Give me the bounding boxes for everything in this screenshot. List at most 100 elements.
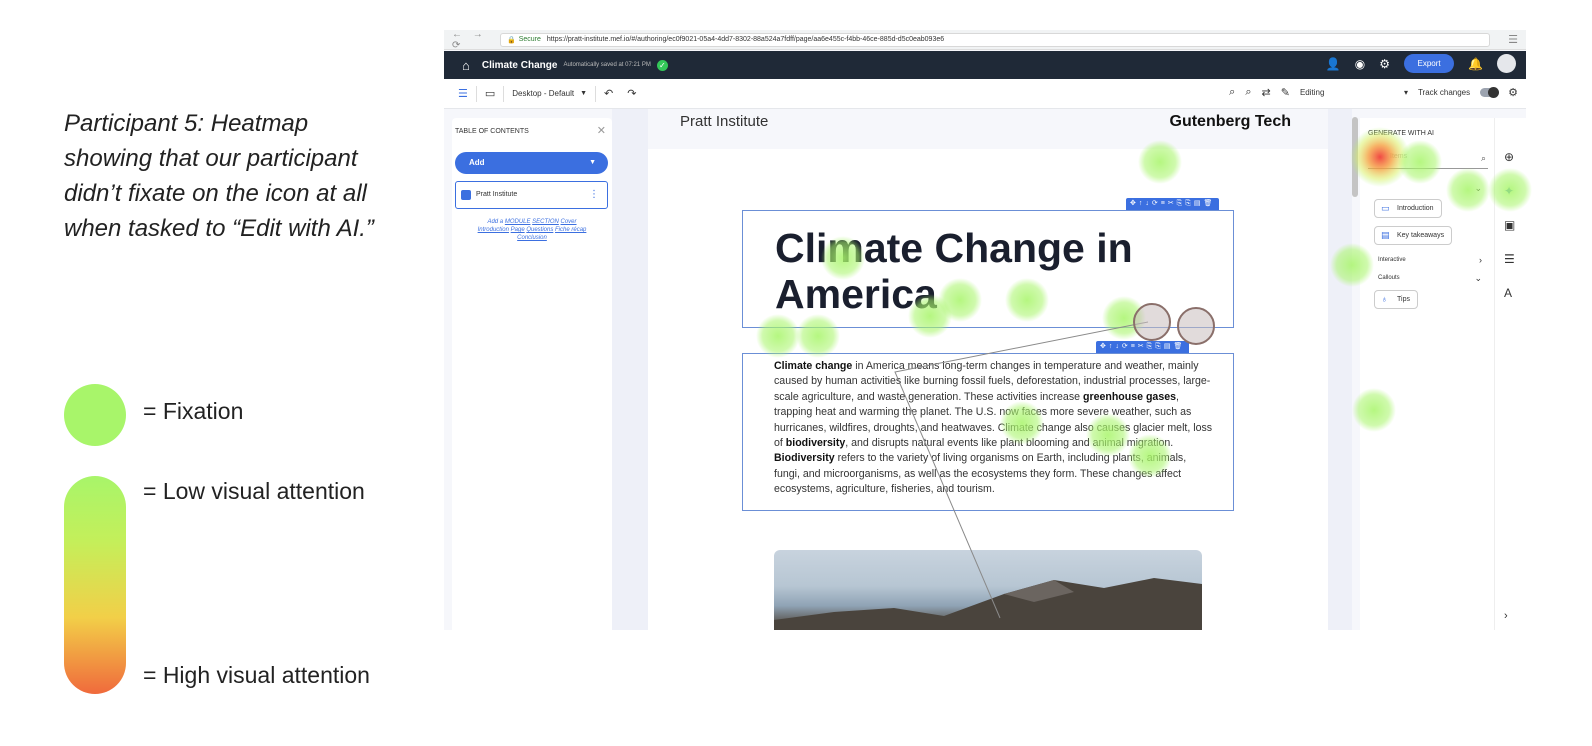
search-icon[interactable]: ⌕ xyxy=(1229,86,1235,99)
title-block-toolbar[interactable]: ✥↑↓⟳≡✂⎘⎘▤🗑 xyxy=(1126,198,1220,210)
search-replace-icon[interactable]: ⌕ xyxy=(1245,86,1251,99)
scrollbar-thumb[interactable] xyxy=(1352,117,1358,197)
menu-icon[interactable]: ☰ xyxy=(1508,33,1518,46)
ai-search-placeholder: Items xyxy=(1390,153,1408,160)
ai-chip-introduction[interactable]: ▭ Introduction xyxy=(1374,199,1442,218)
notification-bell-icon[interactable]: 🔔 xyxy=(1468,57,1483,71)
toc-heading: TABLE OF CONTENTS xyxy=(455,128,529,135)
ai-category-label: Interactive xyxy=(1378,257,1406,263)
address-bar[interactable]: 🔒 Secure https://pratt-institute.mef.io/… xyxy=(500,32,1490,47)
header-institution: Pratt Institute xyxy=(680,113,769,130)
paragraph-part-3: , and disrupts natural events like plant… xyxy=(845,437,1174,450)
user-avatar[interactable] xyxy=(1497,54,1516,73)
legend-high-label: = High visual attention xyxy=(143,662,370,688)
mountain-image xyxy=(774,578,1202,630)
ai-chip-label: Introduction xyxy=(1397,205,1434,212)
hint-link-conclusion[interactable]: Conclusion xyxy=(517,235,547,241)
hint-link-module[interactable]: MODULE xyxy=(505,219,531,225)
secure-label: Secure xyxy=(518,36,541,43)
hint-link-section[interactable]: SECTION xyxy=(532,219,559,225)
document-icon xyxy=(461,190,471,200)
spellcheck-icon[interactable]: A xyxy=(1504,286,1512,300)
pencil-icon: ✎ xyxy=(1280,87,1290,99)
kebab-menu-icon[interactable]: ⋮ xyxy=(589,182,599,208)
toc-add-hint: Add a MODULE SECTION Cover Introduction … xyxy=(452,218,612,242)
ai-search-input[interactable]: Items ⌕ xyxy=(1368,153,1488,169)
legend-fixation-swatch xyxy=(64,384,126,446)
settings-gear-icon[interactable]: ⚙ xyxy=(1379,57,1390,71)
gaze-fixation-ring xyxy=(1177,307,1215,345)
add-user-icon[interactable]: 👤 xyxy=(1326,57,1341,71)
ai-category-label: Callouts xyxy=(1378,275,1400,281)
ai-chip-label: Key takeaways xyxy=(1397,232,1445,239)
close-icon[interactable]: ✕ xyxy=(597,124,606,137)
landscape-photo[interactable] xyxy=(774,550,1202,630)
paragraph-part-4: refers to the variety of living organism… xyxy=(774,452,1187,496)
hint-link-cover[interactable]: Cover xyxy=(561,219,577,225)
sliders-icon[interactable]: ☰ xyxy=(1504,252,1515,266)
document-header: Pratt Institute Gutenberg Tech xyxy=(648,109,1328,149)
hint-link-questions[interactable]: Questions xyxy=(526,227,553,233)
header-brand: Gutenberg Tech xyxy=(1169,113,1292,130)
track-changes-label: Track changes xyxy=(1417,88,1471,97)
saved-check-icon: ✓ xyxy=(656,59,668,71)
toc-list-icon[interactable]: ☰ xyxy=(458,87,468,100)
export-button[interactable]: Export xyxy=(1404,54,1455,73)
edit-with-ai-sparkle-icon[interactable]: ✦ xyxy=(1504,184,1514,198)
chevron-down-icon: ⌄ xyxy=(1474,183,1482,193)
hint-prefix: Add a xyxy=(487,219,504,225)
toc-item-label: Pratt Institute xyxy=(476,191,518,198)
add-circle-icon[interactable]: ⊕ xyxy=(1504,150,1514,164)
chevron-right-icon: › xyxy=(1479,255,1482,265)
mode-select[interactable]: Editing ▾ xyxy=(1300,88,1408,97)
ai-chip-tips[interactable]: ♁ Tips xyxy=(1374,290,1418,309)
chevron-right-icon[interactable]: › xyxy=(1504,610,1508,622)
ai-category-callouts[interactable]: Callouts ⌄ xyxy=(1378,273,1482,283)
legend-low-label: = Low visual attention xyxy=(143,478,365,504)
document-canvas: Pratt Institute Gutenberg Tech ✥↑↓⟳≡✂⎘⎘▤… xyxy=(648,109,1328,630)
swap-icon[interactable]: ⇄ xyxy=(1262,86,1271,99)
add-button-label: Add xyxy=(469,158,485,167)
add-button[interactable]: Add ▼ xyxy=(455,152,608,174)
paragraph-block-toolbar[interactable]: ✥↑↓⟳≡✂⎘⎘▤🗑 xyxy=(1096,341,1190,353)
heatmap-caption: Participant 5: Heatmap showing that our … xyxy=(64,110,374,242)
comments-icon[interactable]: ▭ xyxy=(485,87,495,100)
legend-fixation-label: = Fixation xyxy=(143,398,244,424)
canvas-margin-right xyxy=(1328,109,1352,630)
chevron-down-icon: ▾ xyxy=(1403,88,1408,97)
ai-panel-heading: GENERATE WITH AI xyxy=(1368,130,1434,137)
ai-category-interactive[interactable]: Interactive › xyxy=(1378,255,1482,265)
term-greenhouse-gases: greenhouse gases xyxy=(1082,390,1176,403)
ai-chip-label: Tips xyxy=(1397,296,1410,303)
chevron-down-icon: ▼ xyxy=(589,159,596,166)
paragraph-text[interactable]: Climate change in America means long-ter… xyxy=(774,359,1214,498)
clipboard-icon[interactable]: ▣ xyxy=(1504,218,1515,232)
browser-nav-icons[interactable]: ← → ⟳ xyxy=(444,30,494,51)
paragraph-block[interactable]: Climate change in America means long-ter… xyxy=(742,353,1234,511)
document-title: Climate Change xyxy=(481,59,558,71)
right-tool-rail: ⊕ ✦ ▣ ☰ A › xyxy=(1494,118,1526,630)
search-icon[interactable]: ⌕ xyxy=(1481,153,1486,164)
preview-eye-icon[interactable]: ◉ xyxy=(1355,57,1365,71)
toc-item-pratt-institute[interactable]: Pratt Institute ⋮ xyxy=(455,181,608,209)
hint-link-fiche-recap[interactable]: Fiche récap xyxy=(555,227,586,233)
key-takeaways-icon: ▤ xyxy=(1381,230,1390,240)
save-status: Automatically saved at 07:21 PM xyxy=(563,62,651,68)
undo-icon[interactable]: ↶ xyxy=(604,87,613,100)
settings-gear-icon[interactable]: ⚙ xyxy=(1508,86,1518,99)
chevron-down-icon: ⌄ xyxy=(1474,273,1482,283)
hint-link-page[interactable]: Page xyxy=(511,227,525,233)
lock-icon: 🔒 xyxy=(507,36,516,44)
redo-icon[interactable]: ↷ xyxy=(627,87,636,100)
home-icon[interactable]: ⌂ xyxy=(462,58,470,73)
track-changes-toggle[interactable] xyxy=(1480,87,1500,98)
hint-link-introduction[interactable]: Introduction xyxy=(478,227,509,233)
legend-attention-gradient xyxy=(64,476,126,694)
mode-label: Editing xyxy=(1299,88,1325,97)
app-header: ⌂ Climate Change Automatically saved at … xyxy=(444,51,1526,79)
ai-chip-key-takeaways[interactable]: ▤ Key takeaways xyxy=(1374,226,1453,245)
browser-chrome: ← → ⟳ 🔒 Secure https://pratt-institute.m… xyxy=(444,30,1526,51)
generate-with-ai-panel: GENERATE WITH AI Items ⌕ ⌄ ▭ Introductio… xyxy=(1360,118,1494,630)
view-mode-select[interactable]: Desktop - Default xyxy=(512,89,574,98)
chevron-down-icon[interactable]: ▼ xyxy=(580,90,587,97)
